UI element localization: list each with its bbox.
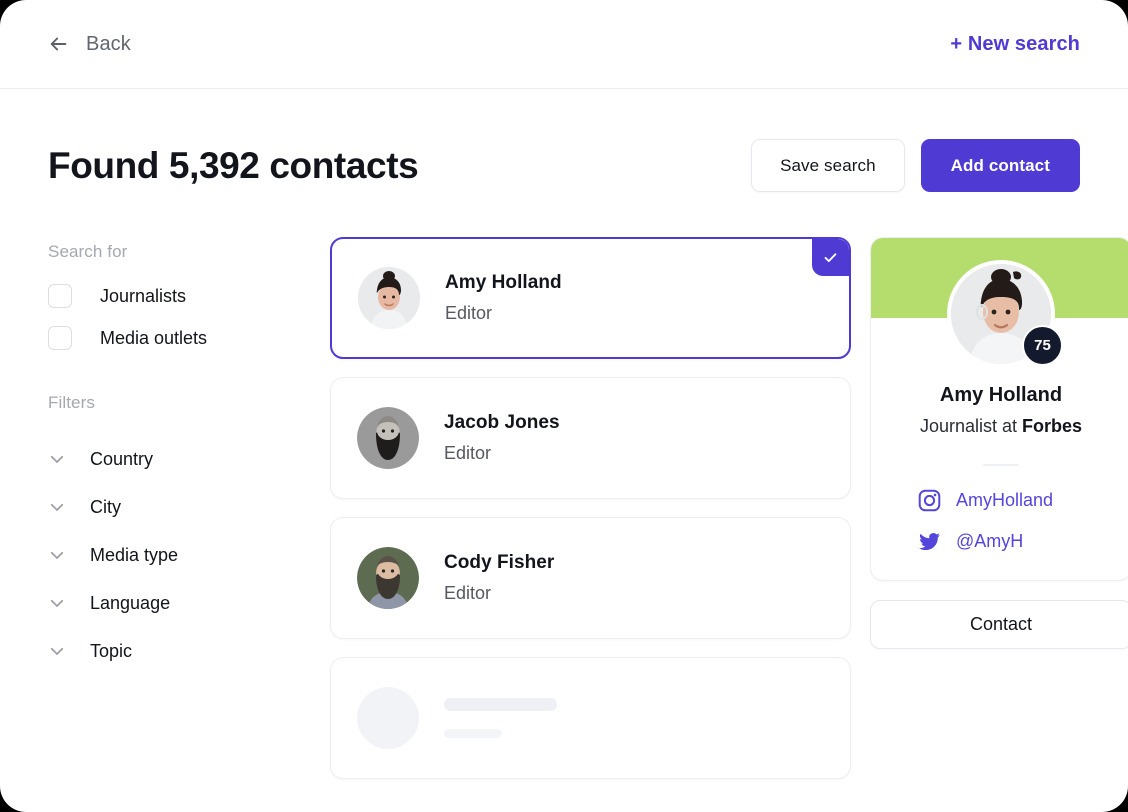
detail-divider <box>983 464 1019 466</box>
detail-outlet: Forbes <box>1022 416 1083 436</box>
filters-heading: Filters <box>48 393 95 412</box>
contact-card-selected[interactable]: Amy Holland Editor <box>330 237 851 359</box>
filter-media-type[interactable]: Media type <box>48 531 283 579</box>
chevron-down-icon <box>50 647 64 655</box>
filter-language[interactable]: Language <box>48 579 283 627</box>
contact-card-skeleton <box>330 657 851 779</box>
checkbox-icon[interactable] <box>48 284 72 308</box>
filter-label: Language <box>90 592 171 613</box>
back-button[interactable]: Back <box>48 33 131 56</box>
contact-text: Cody Fisher Editor <box>444 552 554 604</box>
contact-card[interactable]: Jacob Jones Editor <box>330 377 851 499</box>
filter-city[interactable]: City <box>48 483 283 531</box>
social-links: AmyHolland @AmyH <box>917 488 1128 554</box>
page-title: Found 5,392 contacts <box>48 144 419 186</box>
back-label: Back <box>86 32 131 55</box>
contact-text: Jacob Jones Editor <box>444 412 560 464</box>
checkbox-label: Journalists <box>100 285 187 306</box>
skeleton-lines <box>444 698 557 738</box>
checkbox-journalists[interactable]: Journalists <box>48 284 283 308</box>
selected-check-badge[interactable] <box>812 239 849 276</box>
chevron-down-icon <box>50 599 64 607</box>
add-contact-button[interactable]: Add contact <box>920 139 1080 192</box>
search-for-heading: Search for <box>48 242 128 261</box>
contact-detail-panel: 75 Amy Holland Journalist at Forbes AmyH <box>870 237 1128 779</box>
arrow-left-icon <box>50 37 67 51</box>
profile-avatar-wrap: 75 <box>947 260 1063 368</box>
checkbox-label: Media outlets <box>100 327 208 348</box>
chevron-down-icon <box>50 455 64 463</box>
filters-sidebar: Search for Journalists Media outlets Fil… <box>48 237 283 779</box>
contact-button[interactable]: Contact <box>870 600 1128 649</box>
avatar-image <box>358 267 420 329</box>
detail-role: Journalist at Forbes <box>871 416 1128 437</box>
social-link-instagram[interactable]: AmyHolland <box>917 488 1128 513</box>
avatar <box>357 547 419 609</box>
heading-row: Found 5,392 contacts Save search Add con… <box>0 89 1128 192</box>
new-search-button[interactable]: + New search <box>950 33 1080 56</box>
contact-card[interactable]: Cody Fisher Editor <box>330 517 851 639</box>
instagram-icon <box>918 489 941 512</box>
social-label: @AmyH <box>956 531 1024 551</box>
contact-role: Editor <box>444 583 492 603</box>
check-icon <box>824 253 837 263</box>
avatar-image <box>357 407 419 469</box>
contact-role: Editor <box>445 303 493 323</box>
skeleton-line-name <box>444 698 557 711</box>
social-label: AmyHolland <box>956 490 1054 510</box>
main-body: Search for Journalists Media outlets Fil… <box>0 192 1128 779</box>
contact-list: Amy Holland Editor Jacob Jones Editor Co… <box>330 237 851 779</box>
contact-name: Jacob Jones <box>444 412 560 433</box>
skeleton-line-role <box>444 729 502 738</box>
avatar <box>358 267 420 329</box>
detail-role-prefix: Journalist at <box>919 416 1023 436</box>
score-badge: 75 <box>1022 325 1063 366</box>
contact-name: Amy Holland <box>445 272 562 293</box>
filter-label: City <box>90 496 121 517</box>
twitter-icon <box>919 533 940 551</box>
filter-topic[interactable]: Topic <box>48 627 283 675</box>
filter-label: Country <box>90 448 154 469</box>
detail-card: 75 Amy Holland Journalist at Forbes AmyH <box>870 237 1128 581</box>
contact-role: Editor <box>444 443 492 463</box>
header-actions: Save search Add contact <box>751 139 1080 192</box>
app-window: Back + New search Found 5,392 contacts S… <box>0 0 1128 812</box>
avatar <box>357 407 419 469</box>
filter-label: Topic <box>90 640 133 661</box>
chevron-down-icon <box>50 551 64 559</box>
avatar-image <box>357 547 419 609</box>
social-link-twitter[interactable]: @AmyH <box>917 529 1128 554</box>
checkbox-icon[interactable] <box>48 326 72 350</box>
chevron-down-icon <box>50 503 64 511</box>
detail-name: Amy Holland <box>939 384 1063 406</box>
filter-country[interactable]: Country <box>48 435 283 483</box>
checkbox-media-outlets[interactable]: Media outlets <box>48 326 283 350</box>
contact-name: Cody Fisher <box>444 552 555 573</box>
filter-label: Media type <box>90 544 179 565</box>
top-bar: Back + New search <box>0 0 1128 89</box>
save-search-button[interactable]: Save search <box>751 139 905 192</box>
contact-text: Amy Holland Editor <box>445 272 562 324</box>
skeleton-avatar <box>357 687 419 749</box>
